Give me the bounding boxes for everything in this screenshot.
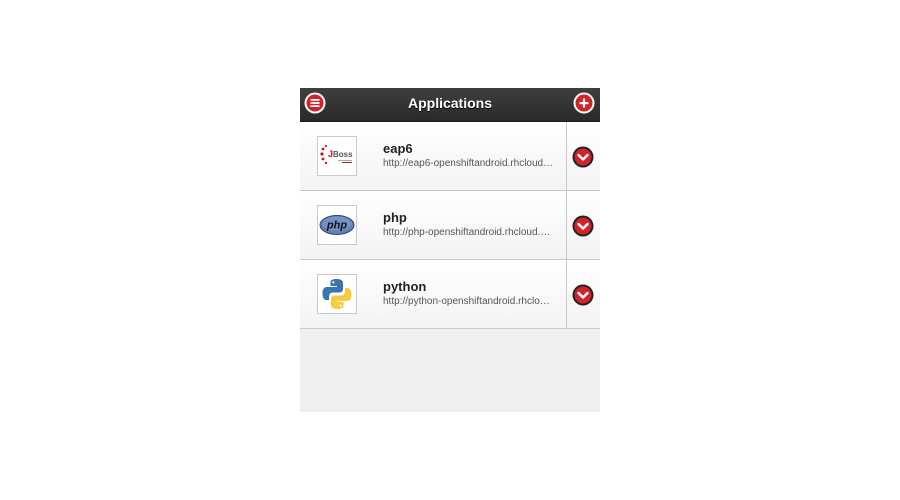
- app-name: php: [383, 210, 407, 225]
- app-name: eap6: [383, 141, 413, 156]
- list-item-php[interactable]: php php http://php-openshiftandroid.rhcl…: [300, 191, 600, 260]
- svg-text:Boss: Boss: [333, 150, 353, 159]
- list-item-eap6[interactable]: J Boss eap6 http://eap6-openshiftandroid…: [300, 122, 600, 191]
- chevron-down-icon: [572, 146, 594, 168]
- expand-button-eap6[interactable]: [566, 122, 600, 190]
- svg-text:php: php: [326, 220, 347, 232]
- plus-icon: [573, 92, 595, 114]
- python-logo-icon: [317, 274, 357, 314]
- list-item-python[interactable]: python http://python-openshiftandroid.rh…: [300, 260, 600, 329]
- app-url: http://python-openshiftandroid.rhcloud.c…: [383, 296, 555, 307]
- php-logo-icon: php: [317, 205, 357, 245]
- jboss-logo-icon: J Boss: [317, 136, 357, 176]
- add-application-button[interactable]: [573, 92, 595, 114]
- chevron-down-icon: [572, 284, 594, 306]
- expand-button-python[interactable]: [566, 260, 600, 328]
- expand-button-php[interactable]: [566, 191, 600, 259]
- app-name: python: [383, 279, 427, 294]
- header-bar: Applications: [300, 88, 600, 122]
- app-url: http://eap6-openshiftandroid.rhcloud.com…: [383, 158, 555, 169]
- chevron-down-icon: [572, 215, 594, 237]
- app-url: http://php-openshiftandroid.rhcloud.com/: [383, 227, 555, 238]
- page-title: Applications: [407, 95, 492, 111]
- application-list: J Boss eap6 http://eap6-openshiftandroid…: [300, 122, 600, 329]
- applications-screen: Applications J Boss eap6 http://eap6-ope…: [300, 88, 600, 412]
